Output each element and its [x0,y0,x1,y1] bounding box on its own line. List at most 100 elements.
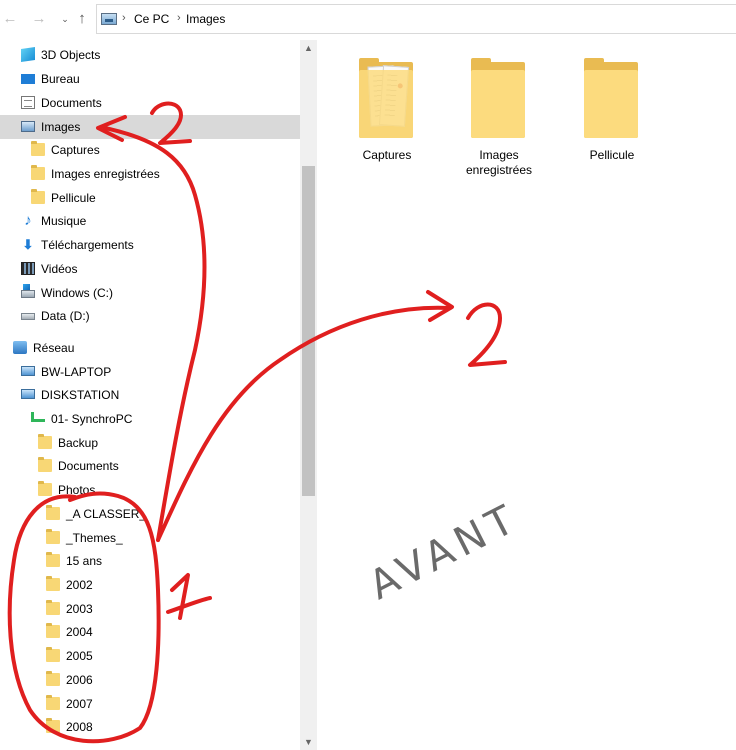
folder-icon [31,189,45,204]
nav-item[interactable]: 01- SynchroPC [0,407,300,431]
download-icon: ⬇ [22,237,34,252]
nav-item[interactable]: ⬇ Téléchargements [0,233,300,257]
nav-item-label: Data (D:) [41,309,90,323]
nav-item[interactable]: 2006 [0,668,300,692]
nav-item[interactable]: 2007 [0,692,300,716]
windows-drive-icon [21,284,35,298]
nav-item[interactable]: 2008 [0,715,300,739]
nav-item[interactable]: Vidéos [0,257,300,281]
nav-item-label: DISKSTATION [41,388,120,402]
nav-item[interactable]: _Themes_ [0,526,300,550]
nav-item[interactable]: ♪ Musique [0,209,300,233]
nav-item-label: Musique [41,214,87,228]
nav-item-label: 2006 [66,673,93,687]
folder-icon [46,505,60,520]
nav-item[interactable]: Windows (C:) [0,281,300,305]
nav-item[interactable]: BW-LAPTOP [0,360,300,384]
nav-item[interactable]: 2002 [0,573,300,597]
nav-item-label: 15 ans [66,554,103,568]
nav-item-label: Réseau [33,341,75,355]
nav-item[interactable]: 15 ans [0,549,300,573]
scroll-up-arrow-icon[interactable]: ▲ [300,43,317,53]
navigation-scrollbar[interactable]: ▲ ▼ [300,40,317,750]
nav-item-label: Backup [58,436,99,450]
nav-item[interactable]: Backup [0,431,300,455]
address-toolbar: ← → ⌄ ↑ › Ce PC › Images [0,0,736,38]
folder-label: Pellicule [589,148,635,162]
nav-item-label: 2005 [66,649,93,663]
nav-item[interactable]: 2005 [0,644,300,668]
folder-icon [46,529,60,544]
folder-tile-pellicule[interactable]: Pellicule [562,58,662,188]
up-button[interactable]: ↑ [73,9,91,29]
nav-item[interactable]: Bureau [0,67,300,91]
nav-item-label: 2008 [66,720,93,734]
nav-item-label: 2007 [66,697,93,711]
nav-item[interactable]: 2004 [0,620,300,644]
chevron-right-icon[interactable]: › [177,12,181,24]
nav-item-label: Documents [41,96,102,110]
computer-icon [21,389,35,399]
drive-icon [21,313,35,320]
nav-item-label: 3D Objects [41,48,101,62]
scrollbar-thumb[interactable] [302,166,315,496]
nav-item-label: _Themes_ [66,531,123,545]
folder-icon [31,141,45,156]
folder-label: Images enregistrées [465,148,533,177]
nav-item[interactable]: Documents [0,454,300,478]
nav-item-label: Bureau [41,72,80,86]
folder-icon [46,695,60,710]
computer-icon [21,366,35,376]
desktop-icon [21,74,35,84]
nav-item[interactable]: Images [0,115,300,139]
nav-item[interactable]: Réseau [0,336,300,360]
folder-tile-captures[interactable]: Captures [337,58,437,188]
folder-icon [46,552,60,567]
nav-item-label: Captures [51,143,100,157]
nav-item[interactable]: 2003 [0,597,300,621]
nav-item[interactable]: Data (D:) [0,304,300,328]
folder-tile-images-enregistrees[interactable]: Images enregistrées [449,58,549,188]
nav-item-label: Photos [58,483,96,497]
folder-icon [46,718,60,733]
nav-item-label: Téléchargements [41,238,134,252]
nav-item-label: Images [41,120,81,134]
scroll-down-arrow-icon[interactable]: ▼ [300,737,317,747]
folder-icon [38,481,52,496]
documents-icon [21,96,35,109]
folder-icon [31,165,45,180]
nav-item[interactable]: 3D Objects [0,43,300,67]
folder-icon [46,576,60,591]
3d-objects-icon [21,47,35,62]
breadcrumb-ce-pc[interactable]: Ce PC [134,12,169,26]
nav-item-label: 2004 [66,625,93,639]
back-button[interactable]: ← [1,9,19,29]
folder-icon [46,623,60,638]
nav-item[interactable]: Photos [0,478,300,502]
nav-item-label: Documents [58,459,119,473]
chevron-right-icon[interactable]: › [122,12,126,24]
content-pane: Captures Images enregistrées Pellicule [317,40,736,750]
arrow-left-icon: ← [2,10,18,27]
folder-icon [46,600,60,615]
folder-label: Captures [362,148,412,162]
nav-item[interactable]: Pellicule [0,186,300,210]
nav-item-label: 01- SynchroPC [51,412,133,426]
nav-item[interactable]: _A CLASSER_ [0,502,300,526]
nav-item-label: BW-LAPTOP [41,365,112,379]
nav-item[interactable]: DISKSTATION [0,383,300,407]
nav-item-label: Images enregistrées [51,167,160,181]
nav-item-label: 2002 [66,578,93,592]
address-bar[interactable]: › Ce PC › Images [96,4,736,34]
pictures-icon [101,13,117,25]
forward-button[interactable]: → [30,9,48,29]
nav-item[interactable]: Documents [0,91,300,115]
pictures-icon [21,121,35,132]
nav-item[interactable]: Captures [0,138,300,162]
folder-icon [46,671,60,686]
nav-item[interactable]: Images enregistrées [0,162,300,186]
breadcrumb-images[interactable]: Images [186,12,225,26]
nav-item-label: Windows (C:) [41,286,114,300]
recent-locations-button[interactable]: ⌄ [56,9,74,29]
navigation-pane: 3D Objects Bureau Documents Images Captures I… [0,40,300,750]
